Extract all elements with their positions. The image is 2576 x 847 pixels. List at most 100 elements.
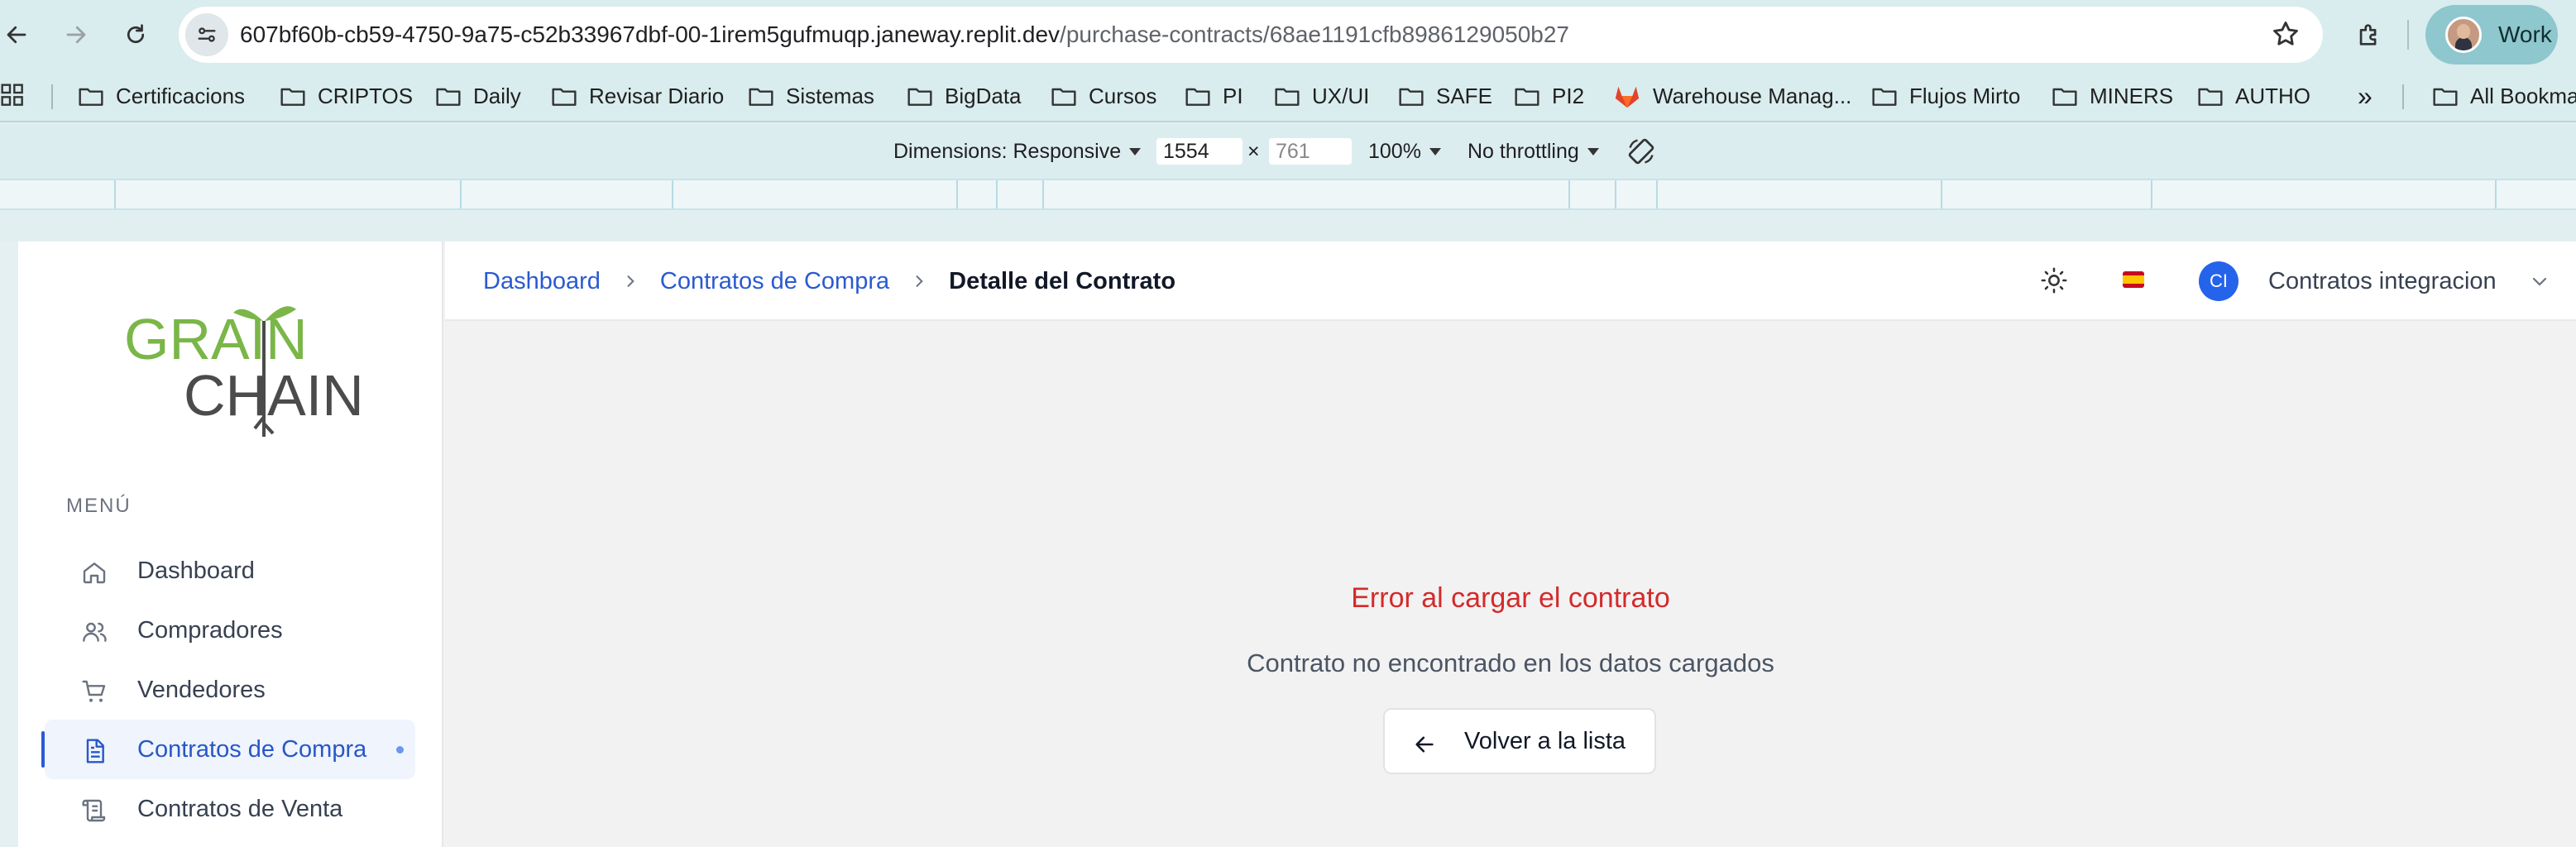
sidebar-item-vendedores[interactable]: Vendedores xyxy=(45,660,415,720)
dimensions-label: Dimensions: Responsive xyxy=(893,139,1122,163)
bookmark-label: Sistemas xyxy=(786,83,874,108)
bookmark-folder[interactable]: Sistemas xyxy=(748,69,874,122)
media-query-ruler[interactable] xyxy=(0,179,2576,210)
url-text[interactable]: 607bf60b-cb59-4750-9a75-c52b33967dbf-00-… xyxy=(240,7,1569,63)
user-name[interactable]: Contratos integracion xyxy=(2268,242,2497,321)
breadcrumb: Dashboard Contratos de Compra Detalle de… xyxy=(483,242,1175,321)
ruler-tick xyxy=(1656,180,1658,208)
bookmark-label: PI2 xyxy=(1552,83,1585,108)
user-avatar[interactable]: CI xyxy=(2199,261,2238,301)
folder-icon xyxy=(1515,88,1539,106)
bookmark-label: Revisar Diario xyxy=(589,83,725,108)
bookmark-folder[interactable]: Flujos Mirto xyxy=(1871,69,2020,122)
folder-icon xyxy=(2052,88,2077,106)
bookmark-folder[interactable]: Certificacions xyxy=(78,69,245,122)
all-bookmarks-folder[interactable]: All Bookma xyxy=(2432,69,2576,122)
ruler-tick xyxy=(996,180,998,208)
folder-icon xyxy=(280,88,305,106)
back-arrow-icon[interactable] xyxy=(0,12,40,58)
zoom-label: 100% xyxy=(1368,139,1421,163)
bookmark-folder[interactable]: Daily xyxy=(435,69,521,122)
bookmarks-bar: Certificacions CRIPTOS Daily Revisar Dia… xyxy=(0,69,2576,122)
forward-arrow-icon[interactable] xyxy=(53,12,99,58)
bookmark-folder[interactable]: MINERS xyxy=(2052,69,2173,122)
ruler-tick xyxy=(1615,180,1616,208)
bookmark-folder[interactable]: SAFE xyxy=(1398,69,1492,122)
main-content: Error al cargar el contrato Contrato no … xyxy=(445,323,2576,847)
grainchain-logo[interactable]: GRAIN CHAIN xyxy=(101,275,382,448)
profile-avatar xyxy=(2445,17,2482,53)
width-field-wrap: 1554 xyxy=(1156,124,1243,179)
bookmark-folder[interactable]: PI2 xyxy=(1514,69,1584,122)
site-info-icon[interactable] xyxy=(185,13,228,56)
sidebar-item-dashboard[interactable]: Dashboard xyxy=(45,541,415,601)
bookmark-folder[interactable]: Revisar Diario xyxy=(551,69,724,122)
spain-flag-icon[interactable] xyxy=(2123,271,2144,288)
reload-icon[interactable] xyxy=(113,12,159,58)
toolbar-separator xyxy=(2407,20,2409,50)
rotate-icon[interactable] xyxy=(1626,124,1656,179)
bookmark-folder[interactable]: PI xyxy=(1185,69,1243,122)
url-host: 607bf60b-cb59-4750-9a75-c52b33967dbf-00-… xyxy=(240,22,1061,47)
bookmark-folder[interactable]: UX/UI xyxy=(1274,69,1369,122)
sidebar-item-compradores[interactable]: Compradores xyxy=(45,601,415,660)
apps-grid-icon[interactable] xyxy=(0,83,26,109)
caret-down-icon xyxy=(1587,147,1599,156)
arrow-left-icon xyxy=(1415,736,1434,753)
ruler-tick xyxy=(460,180,462,208)
ruler-tick xyxy=(1941,180,1942,208)
error-title: Error al cargar el contrato xyxy=(1351,582,1670,614)
sidebar: GRAIN CHAIN MENÚ Dashboard Compradores V… xyxy=(18,242,443,847)
devtools-gap xyxy=(0,210,2576,242)
gitlab-icon xyxy=(1615,86,1640,108)
scroll-icon xyxy=(82,799,106,822)
bookmarks-separator xyxy=(51,84,53,109)
bookmark-folder[interactable]: Cursos xyxy=(1051,69,1156,122)
bookmark-label: SAFE xyxy=(1436,83,1492,108)
sidebar-item-label: Compradores xyxy=(137,616,283,644)
bookmark-label: Warehouse Manag... xyxy=(1653,83,1852,108)
profile-button[interactable]: Work xyxy=(2425,5,2558,65)
zoom-dropdown[interactable]: 100% xyxy=(1368,124,1441,179)
address-bar[interactable]: 607bf60b-cb59-4750-9a75-c52b33967dbf-00-… xyxy=(179,7,2323,63)
viewport-width-input[interactable]: 1554 xyxy=(1156,138,1243,165)
folder-icon xyxy=(907,88,932,106)
throttling-dropdown[interactable]: No throttling xyxy=(1468,124,1599,179)
folder-icon xyxy=(2433,88,2458,106)
bookmark-gitlab[interactable]: Warehouse Manag... xyxy=(1613,69,1851,122)
dimension-separator: × xyxy=(1247,139,1260,163)
back-to-list-button[interactable]: Volver a la lista xyxy=(1383,708,1656,774)
chevron-right-icon xyxy=(627,275,634,287)
viewport-height-input[interactable]: 761 xyxy=(1269,138,1352,165)
bookmark-folder[interactable]: CRIPTOS xyxy=(280,69,413,122)
sidebar-item-contratos-compra[interactable]: Contratos de Compra xyxy=(41,720,415,779)
chevron-down-icon[interactable] xyxy=(2530,271,2550,291)
theme-toggle-sun-icon[interactable] xyxy=(2040,266,2068,294)
sidebar-item-contratos-venta[interactable]: Contratos de Venta xyxy=(45,779,415,839)
document-icon xyxy=(86,739,104,763)
dimensions-dropdown[interactable]: Dimensions: Responsive xyxy=(893,124,1142,179)
caret-down-icon xyxy=(1129,147,1142,156)
bookmark-folder[interactable]: BigData xyxy=(907,69,1022,122)
folder-icon xyxy=(2198,88,2223,106)
bookmark-label: PI xyxy=(1223,83,1243,108)
devtools-device-toolbar: Dimensions: Responsive 1554 × 761 100% N… xyxy=(0,124,2576,179)
chevron-right-icon xyxy=(916,275,923,287)
bookmark-label: UX/UI xyxy=(1312,83,1370,108)
breadcrumb-contratos-compra[interactable]: Contratos de Compra xyxy=(660,268,889,295)
folder-icon xyxy=(1399,88,1424,106)
bookmark-star-icon[interactable] xyxy=(2270,18,2301,50)
ruler-tick xyxy=(2495,180,2497,208)
bookmark-label: All Bookma xyxy=(2470,83,2576,108)
bookmark-label: Cursos xyxy=(1089,83,1157,108)
bookmark-folder[interactable]: AUTHO xyxy=(2197,69,2310,122)
bookmarks-separator xyxy=(2402,84,2404,109)
bookmark-label: Daily xyxy=(473,83,521,108)
extensions-puzzle-icon[interactable] xyxy=(2346,12,2392,58)
folder-icon xyxy=(1275,88,1300,106)
bookmark-label: Flujos Mirto xyxy=(1909,83,2021,108)
bookmarks-overflow-icon[interactable]: » xyxy=(2358,69,2373,122)
folder-icon xyxy=(436,88,461,106)
folder-icon xyxy=(1872,88,1897,106)
breadcrumb-dashboard[interactable]: Dashboard xyxy=(483,268,601,295)
